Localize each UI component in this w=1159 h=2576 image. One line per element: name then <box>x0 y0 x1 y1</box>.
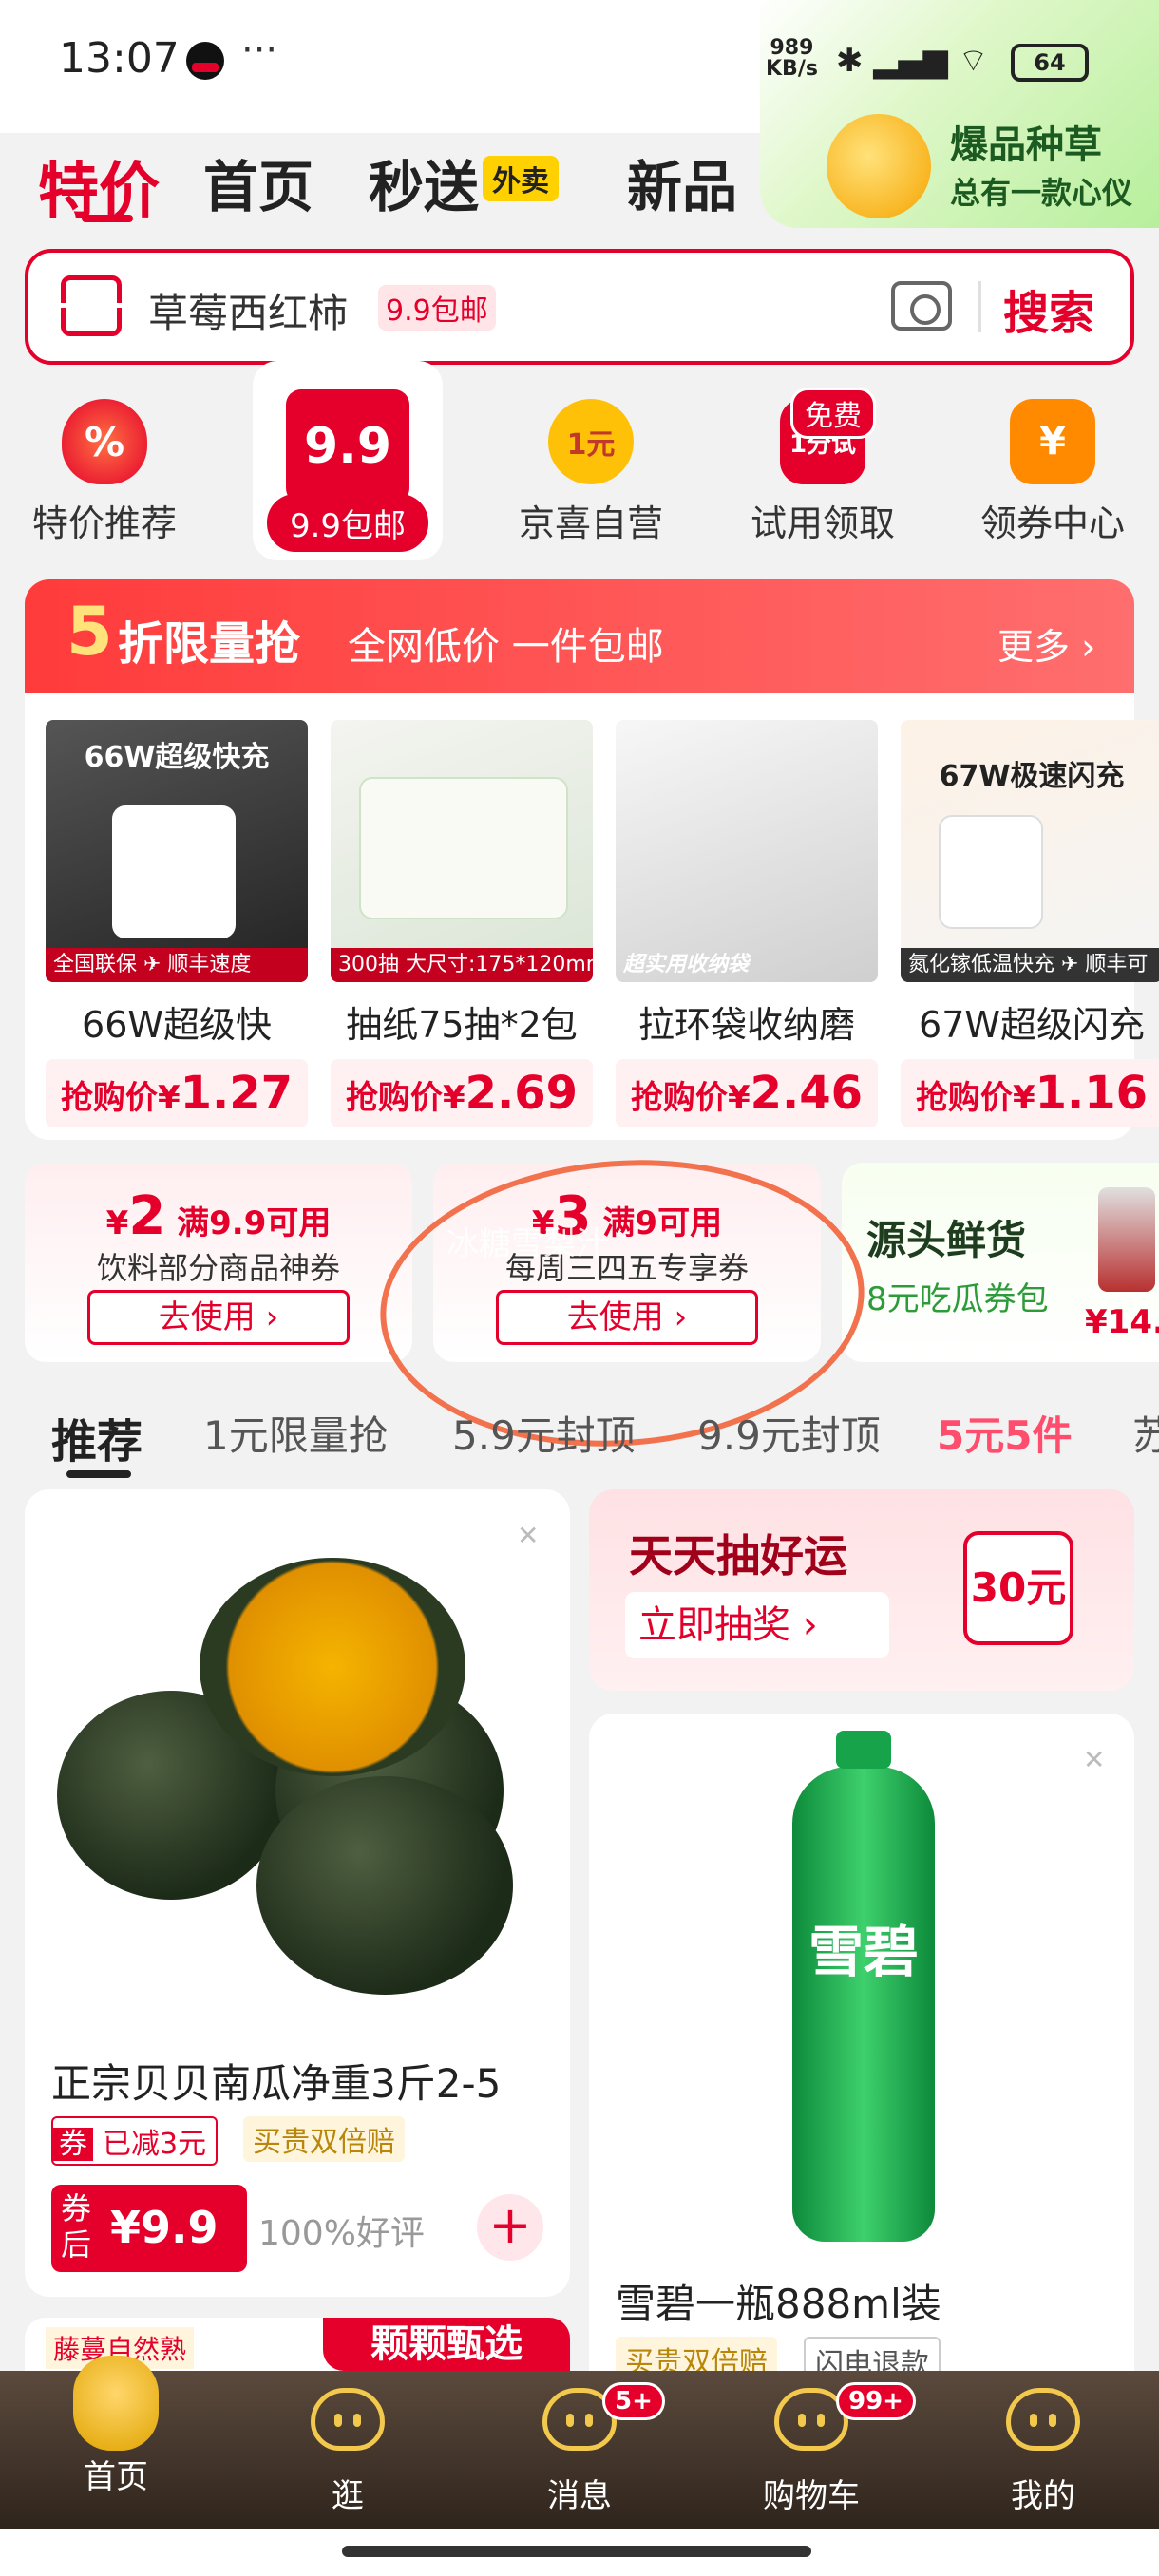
free-badge: 免费 <box>790 388 876 439</box>
nav-home[interactable]: 首页 <box>30 2356 201 2497</box>
promo-shoe-icon <box>826 114 931 218</box>
product-image: 超实用收纳袋 <box>616 720 878 982</box>
product-name: 67W超级闪充 <box>919 1004 1145 1046</box>
flash-sale-title: 折限量抢 <box>118 617 301 671</box>
use-coupon-button[interactable]: 去使用 › <box>87 1290 350 1345</box>
product-name: 66W超级快 <box>82 1004 272 1046</box>
product-name: 正宗贝贝南瓜净重3斤2-5 <box>51 2060 502 2107</box>
close-icon[interactable]: ✕ <box>1083 1744 1105 1775</box>
one-yuan-icon: 1元 <box>548 399 634 484</box>
subtab-5yuan-5jian[interactable]: 5元5件 <box>937 1404 1072 1462</box>
product-card[interactable]: 300抽 大尺寸:175*120mm 抽纸75抽*2包 抢购价¥2.69 <box>331 720 593 1127</box>
flash-sale-number: 5 <box>66 593 113 671</box>
product-image: 66W超级快充 全国联保 ✈ 顺丰速度 <box>46 720 308 982</box>
subtab-more[interactable]: 苏 <box>1132 1404 1159 1462</box>
active-subtab-indicator <box>66 1470 131 1478</box>
clock: 13:07 <box>59 34 180 83</box>
rating-text: 100%好评 <box>258 2214 425 2253</box>
tab-miaosong[interactable]: 秒送 <box>369 142 479 222</box>
nav-label: 消息 <box>547 2477 612 2515</box>
discount-tag: 券已减3元 <box>51 2116 218 2166</box>
category-label: 京喜自营 <box>518 502 663 544</box>
scan-icon[interactable] <box>58 275 126 336</box>
divider <box>978 281 981 332</box>
flash-sale-subtitle: 全网低价 一件包邮 <box>348 625 664 669</box>
lucky-draw-button[interactable]: 立即抽奖 › <box>625 1592 889 1658</box>
lucky-draw-title: 天天抽好运 <box>629 1530 847 1582</box>
nine-nine-icon: 9.9 <box>286 389 409 503</box>
more-link[interactable]: 更多 › <box>998 617 1095 670</box>
nav-label: 首页 <box>84 2458 148 2496</box>
subtab-1yuan[interactable]: 1元限量抢 <box>203 1404 389 1462</box>
category-label: 试用领取 <box>750 502 895 544</box>
cart-badge: 99+ <box>836 2382 916 2420</box>
product-price: 抢购价¥2.69 <box>331 1059 593 1127</box>
tab-home[interactable]: 首页 <box>203 142 314 222</box>
fresh-goods-subtitle: 8元吃瓜券包 <box>866 1280 1049 1318</box>
message-badge: 5+ <box>602 2382 665 2420</box>
product-price: 抢购价¥1.27 <box>46 1059 308 1127</box>
guarantee-tag: 买贵双倍赔 <box>243 2116 405 2162</box>
product-card[interactable]: 67W极速闪充 氮化镓低温快充 ✈ 顺丰可 67W超级闪充 抢购价¥1.16 <box>901 720 1159 1127</box>
fresh-goods-title: 源头鲜货 <box>866 1217 1027 1263</box>
product-image: 67W极速闪充 氮化镓低温快充 ✈ 顺丰可 <box>901 720 1159 982</box>
subtab-5-9[interactable]: 5.9元封顶 <box>452 1404 636 1462</box>
coupon-30-icon: 30元 <box>963 1531 1074 1645</box>
coupon-card: ¥2 满9.9可用 饮料部分商品神券 去使用 › <box>25 1163 412 1362</box>
subtab-9-9[interactable]: 9.9元封顶 <box>697 1404 881 1462</box>
product-card[interactable]: 超实用收纳袋 拉环袋收纳磨 抢购价¥2.46 <box>616 720 878 1127</box>
category-lingquan-zhongxin[interactable]: ¥ 领券中心 <box>958 380 1148 546</box>
net-speed: 989 KB/s <box>766 36 818 81</box>
category-9-9-baoyou[interactable]: 9.9 9.9包邮 <box>253 361 443 560</box>
promo-subtitle: 总有一款心仪 <box>950 175 1133 211</box>
fresh-goods-price: ¥14.1 <box>1085 1303 1159 1341</box>
next-card-banner: 颗颗甄选 <box>323 2318 570 2371</box>
browse-icon <box>311 2388 385 2451</box>
subtab-recommend[interactable]: 推荐 <box>51 1404 142 1470</box>
product-name: 抽纸75抽*2包 <box>346 1004 578 1046</box>
product-image: 300抽 大尺寸:175*120mm <box>331 720 593 982</box>
product-name: 拉环袋收纳磨 <box>637 1004 855 1046</box>
more-dots-icon: ··· <box>241 28 278 72</box>
nav-browse[interactable]: 逛 <box>262 2375 433 2516</box>
category-label: 领券中心 <box>979 502 1125 544</box>
category-label: 特价推荐 <box>31 502 177 544</box>
coupon-desc: 饮料部分商品神券 <box>96 1250 340 1286</box>
nav-label: 购物车 <box>763 2477 860 2515</box>
product-price: 抢购价¥1.16 <box>901 1059 1159 1127</box>
pumpkin-image <box>57 1539 542 1995</box>
coupon-icon: ¥ <box>1010 399 1095 484</box>
category-label: 9.9包邮 <box>267 494 428 552</box>
nav-label: 我的 <box>1011 2477 1075 2515</box>
fresh-goods-image <box>1098 1187 1155 1292</box>
coupon-amount: ¥2 满9.9可用 <box>105 1185 332 1247</box>
product-card[interactable]: 66W超级快充 全国联保 ✈ 顺丰速度 66W超级快 抢购价¥1.27 <box>46 720 308 1127</box>
product-price: 抢购价¥2.46 <box>616 1059 878 1127</box>
product-name: 雪碧一瓶888ml装 <box>616 2281 941 2327</box>
category-tejia-tuijian[interactable]: % 特价推荐 <box>10 380 200 546</box>
tab-new[interactable]: 新品 <box>627 142 737 222</box>
profile-icon <box>1006 2388 1080 2451</box>
bottle-cap <box>836 1731 891 1769</box>
bottle-label: 雪碧 <box>808 1920 919 1984</box>
search-button[interactable]: 搜索 <box>1003 275 1094 342</box>
nav-label: 逛 <box>332 2477 364 2515</box>
add-to-cart-button[interactable]: + <box>477 2194 543 2261</box>
signal-wifi-icon: ✱ ▂▄▆ ⌔ <box>836 42 989 80</box>
waimai-badge: 外卖 <box>483 156 559 201</box>
percent-icon: % <box>62 399 147 484</box>
nav-me[interactable]: 我的 <box>958 2375 1129 2516</box>
camera-icon[interactable] <box>891 281 952 331</box>
search-input[interactable]: 草莓西红柿 <box>148 281 348 339</box>
qq-icon <box>186 42 224 80</box>
active-tab-indicator <box>82 215 133 222</box>
mascot-icon <box>73 2356 159 2451</box>
price-badge: 券后 ¥9.9 <box>51 2185 247 2272</box>
search-tag: 9.9包邮 <box>378 285 496 331</box>
battery-icon: 64 <box>1011 44 1089 82</box>
home-indicator[interactable] <box>342 2546 811 2557</box>
category-jingxi-ziying[interactable]: 1元京喜自营 <box>496 380 686 546</box>
promo-title: 爆品种草 <box>950 123 1102 167</box>
